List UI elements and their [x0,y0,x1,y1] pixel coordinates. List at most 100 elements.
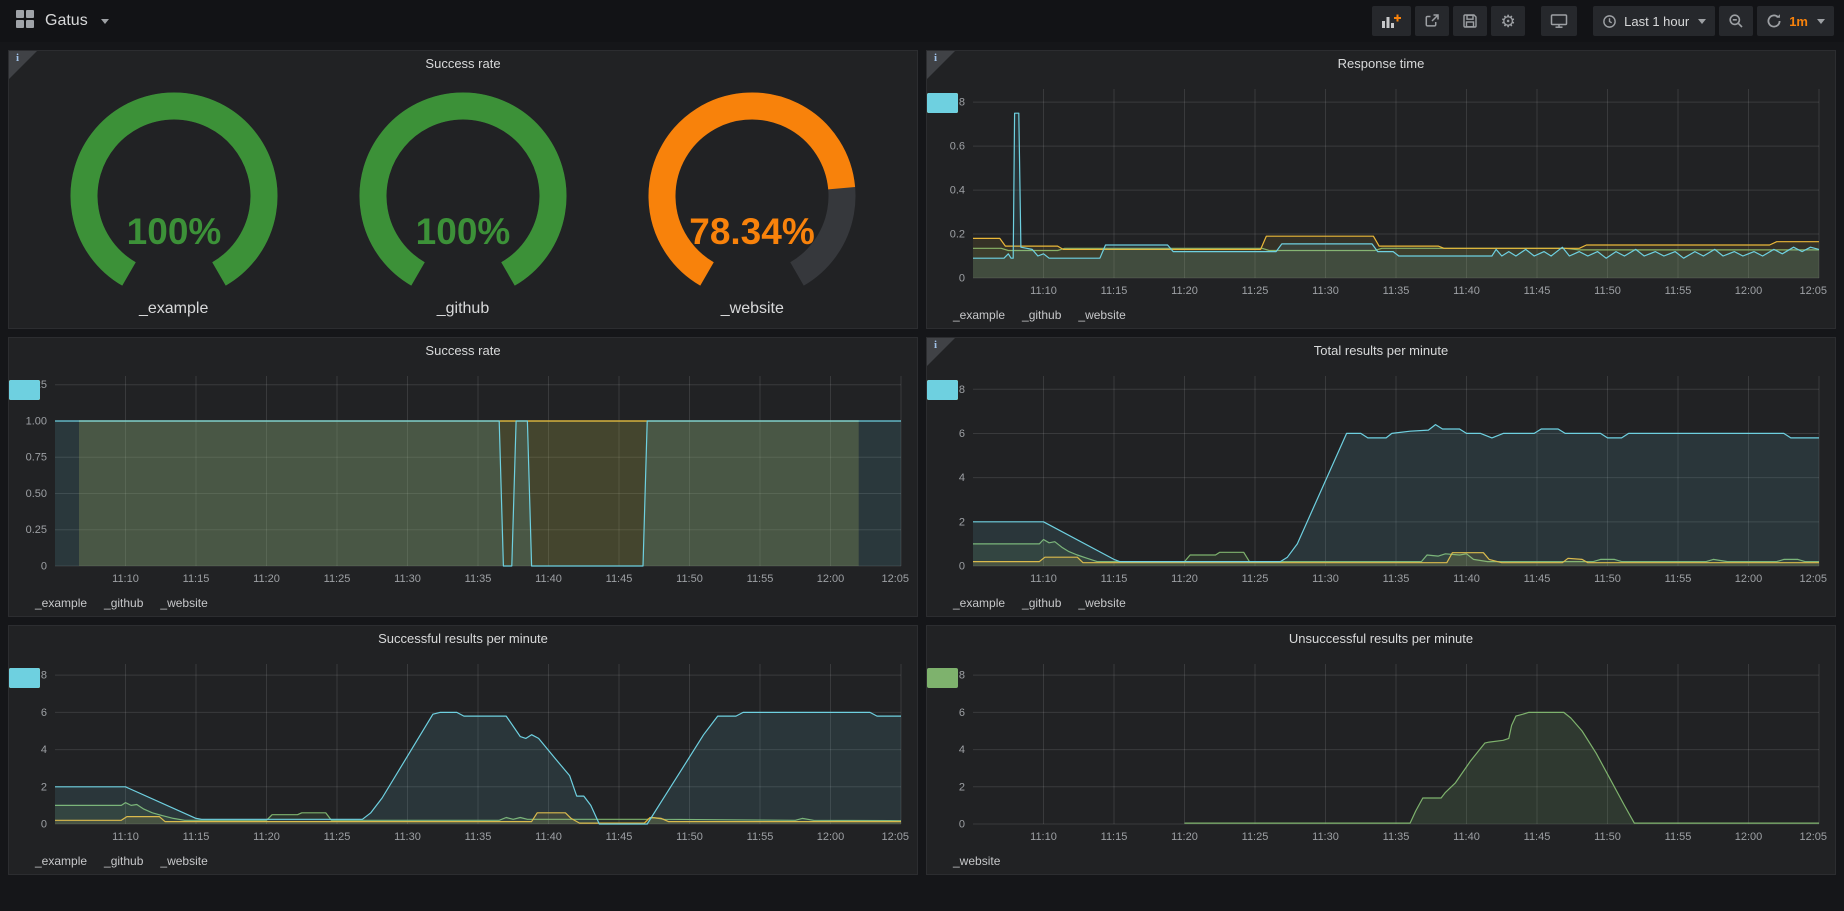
svg-text:12:05: 12:05 [881,831,909,843]
save-button[interactable] [1453,6,1487,36]
settings-button[interactable]: ⚙ [1491,6,1525,36]
time-series-plot[interactable]: 00.20.40.60.811:1011:1511:2011:2511:3011… [927,77,1835,302]
panel-title[interactable]: Unsuccessful results per minute [927,626,1835,652]
time-series-plot[interactable]: 0246811:1011:1511:2011:2511:3011:3511:40… [927,364,1835,590]
chevron-down-icon [1817,19,1825,24]
svg-text:11:15: 11:15 [183,573,210,585]
svg-text:11:40: 11:40 [1453,285,1480,297]
share-button[interactable] [1415,6,1449,36]
save-icon [1462,13,1478,29]
share-icon [1424,13,1440,29]
time-series-plot[interactable]: 0246811:1011:1511:2011:2511:3011:3511:40… [927,652,1835,848]
legend-label: _website [953,854,1000,868]
legend-item-_example[interactable]: _example [35,596,87,610]
svg-text:11:30: 11:30 [1312,573,1339,585]
svg-text:1.00: 1.00 [26,415,47,427]
svg-text:11:30: 11:30 [394,831,421,843]
chevron-down-icon[interactable] [101,19,109,24]
legend-item-_website[interactable]: _website [1078,308,1125,322]
legend-item-_website[interactable]: _website [1078,596,1125,610]
legend-label: _example [35,596,87,610]
time-range-label: Last 1 hour [1624,14,1689,29]
legend-color-dash [927,668,958,688]
svg-text:11:55: 11:55 [747,831,774,843]
panel-total-results: i Total results per minute 0246811:1011:… [926,337,1836,617]
panel-title[interactable]: Successful results per minute [9,626,917,652]
legend-item-_website[interactable]: _website [160,596,207,610]
svg-text:11:55: 11:55 [1665,285,1692,297]
svg-text:11:25: 11:25 [1242,285,1269,297]
svg-text:8: 8 [41,670,47,682]
legend-color-dash [927,380,958,400]
legend-label: _website [1078,308,1125,322]
panel-successful-results: Successful results per minute 0246811:10… [8,625,918,875]
legend-item-_example[interactable]: _example [35,854,87,868]
svg-text:11:45: 11:45 [606,573,633,585]
panel-info-corner[interactable] [927,338,955,366]
panel-title[interactable]: Response time [927,51,1835,77]
legend-item-_website[interactable]: _website [953,854,1000,868]
gauge-arc: 78.34% [632,88,872,296]
svg-text:11:50: 11:50 [1594,831,1621,843]
panel-info-corner[interactable] [9,51,37,79]
legend-label: _github [1022,308,1061,322]
panel-title[interactable]: Success rate [9,338,917,364]
svg-text:0.6: 0.6 [950,141,965,153]
svg-text:0: 0 [41,819,47,831]
time-series-plot[interactable]: 0246811:1011:1511:2011:2511:3011:3511:40… [9,652,917,848]
legend-label: _example [953,308,1005,322]
dashboard-grid-icon[interactable] [16,10,34,33]
svg-text:0: 0 [959,273,965,285]
svg-text:12:00: 12:00 [1735,285,1763,297]
svg-text:12:00: 12:00 [1735,573,1763,585]
svg-text:12:05: 12:05 [1799,285,1827,297]
svg-text:11:15: 11:15 [183,831,210,843]
legend-item-_example[interactable]: _example [953,308,1005,322]
refresh-interval-label: 1m [1789,14,1808,29]
svg-text:0.75: 0.75 [26,452,47,464]
panel-title[interactable]: Success rate [9,51,917,77]
time-series-plot[interactable]: 00.250.500.751.001.2511:1011:1511:2011:2… [9,364,917,590]
svg-text:11:20: 11:20 [253,573,280,585]
refresh-button[interactable]: 1m [1757,6,1834,36]
svg-text:11:15: 11:15 [1101,831,1128,843]
svg-text:11:45: 11:45 [1524,285,1551,297]
zoom-out-button[interactable] [1719,6,1753,36]
svg-text:6: 6 [959,428,965,440]
svg-text:11:50: 11:50 [676,831,703,843]
svg-text:12:05: 12:05 [881,573,909,585]
svg-text:11:40: 11:40 [535,573,562,585]
svg-text:11:25: 11:25 [1242,831,1269,843]
svg-text:100%: 100% [416,211,511,252]
svg-text:11:35: 11:35 [1383,285,1410,297]
add-panel-button[interactable] [1372,6,1411,36]
legend-label: _website [160,596,207,610]
svg-text:11:40: 11:40 [1453,831,1480,843]
svg-text:4: 4 [959,472,965,484]
legend-item-_github[interactable]: _github [104,596,143,610]
svg-text:0.50: 0.50 [26,488,47,500]
legend-item-_github[interactable]: _github [1022,596,1061,610]
svg-text:12:00: 12:00 [817,831,845,843]
panel-response-time: i Response time 00.20.40.60.811:1011:151… [926,50,1836,329]
svg-text:2: 2 [41,781,47,793]
panel-title[interactable]: Total results per minute [927,338,1835,364]
svg-text:100%: 100% [126,211,221,252]
legend: _example _github _website [927,590,1835,616]
legend-item-_github[interactable]: _github [1022,308,1061,322]
svg-text:2: 2 [959,516,965,528]
legend-item-_github[interactable]: _github [104,854,143,868]
svg-text:11:20: 11:20 [253,831,280,843]
time-range-picker[interactable]: Last 1 hour [1593,6,1715,36]
svg-text:11:50: 11:50 [1594,573,1621,585]
tv-mode-button[interactable] [1541,6,1577,36]
legend-item-_example[interactable]: _example [953,596,1005,610]
svg-text:11:20: 11:20 [1171,285,1198,297]
legend-item-_website[interactable]: _website [160,854,207,868]
panel-info-corner[interactable] [927,51,955,79]
svg-text:0.2: 0.2 [950,229,965,241]
legend-label: _github [104,596,143,610]
dashboard-title[interactable]: Gatus [45,12,88,30]
svg-text:11:30: 11:30 [1312,831,1339,843]
legend-label: _example [953,596,1005,610]
